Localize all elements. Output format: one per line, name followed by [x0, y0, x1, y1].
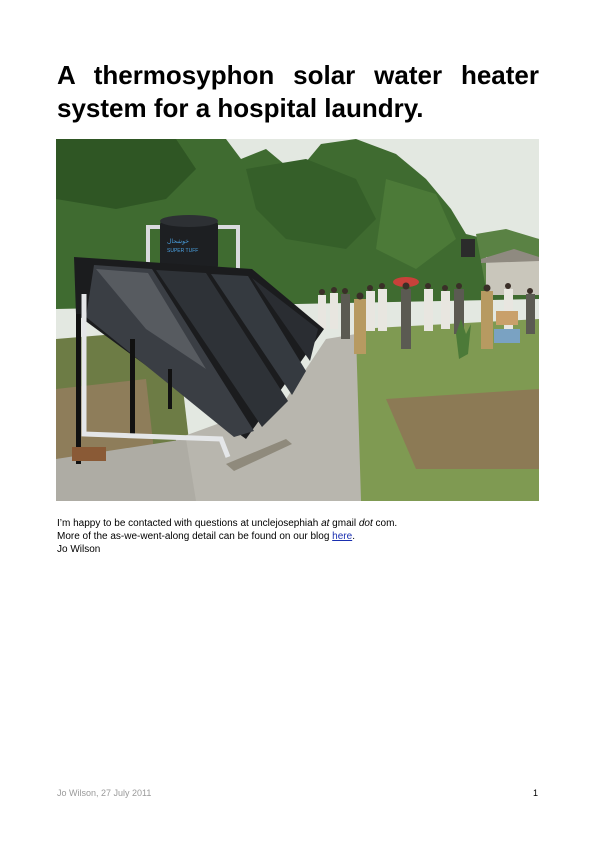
contact-middle: gmail: [329, 518, 359, 529]
blog-prefix: More of the as-we-went-along detail can …: [57, 531, 333, 542]
contact-dot: dot: [358, 518, 373, 529]
svg-text:خوشحال: خوشحال: [167, 238, 189, 245]
author-signature: Jo Wilson: [57, 544, 101, 555]
page-number: 1: [532, 788, 538, 798]
footer-author-date: Jo Wilson, 27 July 2011: [57, 788, 152, 798]
contact-suffix: com.: [372, 518, 398, 529]
contact-prefix: I’m happy to be contacted with questions…: [57, 518, 322, 529]
blog-link[interactable]: here: [332, 531, 352, 542]
blog-suffix: .: [352, 531, 355, 542]
tank-label: SUPER TUFF: [167, 248, 198, 254]
solar-heater-photo: خوشحال SUPER TUFF: [56, 139, 539, 501]
blog-line: More of the as-we-went-along detail can …: [57, 530, 539, 543]
page-title: A thermosyphon solar water heater system…: [57, 60, 539, 123]
contact-line: I’m happy to be contacted with questions…: [57, 517, 539, 530]
contact-text: I’m happy to be contacted with questions…: [57, 517, 539, 556]
